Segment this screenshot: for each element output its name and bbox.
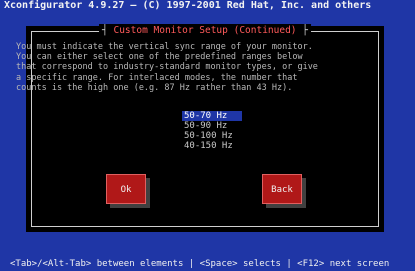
sync-range-option-50-100[interactable]: 50-100 Hz	[182, 131, 242, 141]
instruction-line: a specific range. For interlaced modes, …	[16, 72, 298, 83]
sync-range-option-50-90[interactable]: 50-90 Hz	[182, 121, 242, 131]
app-title: Xconfigurator 4.9.27 — (C) 1997-2001 Red…	[4, 0, 372, 11]
instruction-line: counts is the high one (e.g. 87 Hz rathe…	[16, 82, 293, 93]
instruction-text: You must indicate the vertical sync rang…	[16, 42, 346, 93]
instruction-line: You can either select one of the predefi…	[16, 52, 303, 63]
sync-range-option-50-70[interactable]: 50-70 Hz	[182, 111, 242, 121]
sync-range-option-40-150[interactable]: 40-150 Hz	[182, 141, 242, 151]
dialog-title: ┤ Custom Monitor Setup (Continued) ├	[99, 24, 311, 38]
instruction-line: You must indicate the vertical sync rang…	[16, 42, 313, 52]
dialog-title-text: Custom Monitor Setup (Continued)	[113, 25, 297, 36]
back-button[interactable]: Back	[262, 174, 302, 204]
ok-button[interactable]: Ok	[106, 174, 146, 204]
keyboard-help-bar: <Tab>/<Alt-Tab> between elements | <Spac…	[10, 259, 390, 269]
sync-range-list[interactable]: 50-70 Hz 50-90 Hz 50-100 Hz 40-150 Hz	[182, 111, 242, 151]
instruction-line: that correspond to industry-standard mon…	[16, 62, 318, 73]
